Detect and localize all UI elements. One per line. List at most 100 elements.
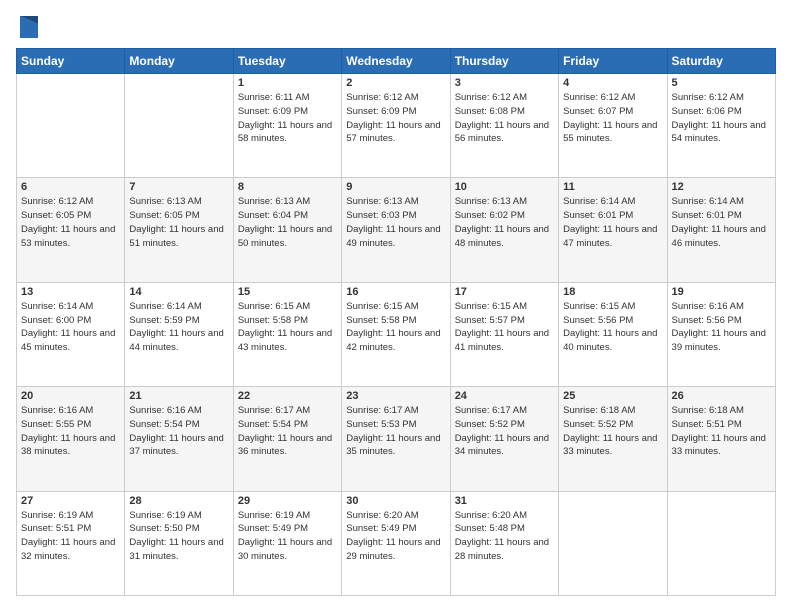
day-detail: Sunrise: 6:19 AMSunset: 5:49 PMDaylight:… [238, 509, 337, 564]
day-number: 13 [21, 286, 120, 298]
calendar-cell: 25Sunrise: 6:18 AMSunset: 5:52 PMDayligh… [559, 387, 667, 491]
calendar-week-row: 27Sunrise: 6:19 AMSunset: 5:51 PMDayligh… [17, 491, 776, 595]
calendar-week-row: 20 Sunrise: 6:16 AMSunset: 5:55 PMDayligh… [17, 387, 776, 491]
day-number: 23 [346, 390, 445, 402]
day-number: 9 [346, 181, 445, 193]
day-number: 25 [563, 390, 662, 402]
calendar-cell: 15 Sunrise: 6:15 AMSunset: 5:58 PMDayligh… [233, 282, 341, 386]
day-number: 10 [455, 181, 554, 193]
calendar-cell: 16 Sunrise: 6:15 AMSunset: 5:58 PMDayligh… [342, 282, 450, 386]
weekday-header-saturday: Saturday [667, 49, 775, 74]
calendar-cell: 10 Sunrise: 6:13 AMSunset: 6:02 PMDayligh… [450, 178, 558, 282]
calendar-cell [125, 74, 233, 178]
day-detail: Sunrise: 6:13 AMSunset: 6:02 PMDaylight:… [455, 195, 554, 250]
day-detail: Sunrise: 6:14 AMSunset: 6:01 PMDaylight:… [563, 195, 662, 250]
day-number: 16 [346, 286, 445, 298]
weekday-header-sunday: Sunday [17, 49, 125, 74]
calendar-cell: 28 Sunrise: 6:19 AMSunset: 5:50 PMDayligh… [125, 491, 233, 595]
day-detail: Sunrise: 6:14 AMSunset: 6:01 PMDaylight:… [672, 195, 771, 250]
calendar-cell: 19 Sunrise: 6:16 AMSunset: 5:56 PMDayligh… [667, 282, 775, 386]
weekday-header-thursday: Thursday [450, 49, 558, 74]
calendar-cell: 22Sunrise: 6:17 AMSunset: 5:54 PMDayligh… [233, 387, 341, 491]
day-number: 7 [129, 181, 228, 193]
day-detail: Sunrise: 6:16 AMSunset: 5:55 PMDaylight:… [21, 404, 120, 459]
day-detail: Sunrise: 6:12 AMSunset: 6:06 PMDaylight:… [672, 91, 771, 146]
logo [16, 16, 40, 38]
calendar-week-row: 13 Sunrise: 6:14 AMSunset: 6:00 PMDayligh… [17, 282, 776, 386]
weekday-header-tuesday: Tuesday [233, 49, 341, 74]
day-number: 6 [21, 181, 120, 193]
day-detail: Sunrise: 6:19 AMSunset: 5:50 PMDaylight:… [129, 509, 228, 564]
weekday-header-monday: Monday [125, 49, 233, 74]
calendar-table: SundayMondayTuesdayWednesdayThursdayFrid… [16, 48, 776, 596]
calendar-cell: 4 Sunrise: 6:12 AMSunset: 6:07 PMDaylight… [559, 74, 667, 178]
day-detail: Sunrise: 6:14 AMSunset: 6:00 PMDaylight:… [21, 300, 120, 355]
calendar-cell: 18Sunrise: 6:15 AMSunset: 5:56 PMDayligh… [559, 282, 667, 386]
day-number: 28 [129, 495, 228, 507]
day-number: 4 [563, 77, 662, 89]
logo-icon [20, 16, 38, 38]
calendar-cell [17, 74, 125, 178]
calendar-cell: 5 Sunrise: 6:12 AMSunset: 6:06 PMDaylight… [667, 74, 775, 178]
calendar-cell: 12Sunrise: 6:14 AMSunset: 6:01 PMDayligh… [667, 178, 775, 282]
day-number: 30 [346, 495, 445, 507]
weekday-header-row: SundayMondayTuesdayWednesdayThursdayFrid… [17, 49, 776, 74]
calendar-cell: 24Sunrise: 6:17 AMSunset: 5:52 PMDayligh… [450, 387, 558, 491]
header [16, 16, 776, 38]
day-detail: Sunrise: 6:15 AMSunset: 5:58 PMDaylight:… [238, 300, 337, 355]
calendar-cell: 3 Sunrise: 6:12 AMSunset: 6:08 PMDaylight… [450, 74, 558, 178]
day-number: 31 [455, 495, 554, 507]
page: SundayMondayTuesdayWednesdayThursdayFrid… [0, 0, 792, 612]
calendar-cell: 29Sunrise: 6:19 AMSunset: 5:49 PMDayligh… [233, 491, 341, 595]
day-detail: Sunrise: 6:19 AMSunset: 5:51 PMDaylight:… [21, 509, 120, 564]
day-number: 24 [455, 390, 554, 402]
calendar-cell: 11 Sunrise: 6:14 AMSunset: 6:01 PMDayligh… [559, 178, 667, 282]
day-detail: Sunrise: 6:13 AMSunset: 6:04 PMDaylight:… [238, 195, 337, 250]
day-detail: Sunrise: 6:18 AMSunset: 5:51 PMDaylight:… [672, 404, 771, 459]
day-detail: Sunrise: 6:12 AMSunset: 6:09 PMDaylight:… [346, 91, 445, 146]
calendar-cell: 20 Sunrise: 6:16 AMSunset: 5:55 PMDayligh… [17, 387, 125, 491]
day-detail: Sunrise: 6:13 AMSunset: 6:03 PMDaylight:… [346, 195, 445, 250]
day-number: 5 [672, 77, 771, 89]
day-detail: Sunrise: 6:13 AMSunset: 6:05 PMDaylight:… [129, 195, 228, 250]
day-detail: Sunrise: 6:20 AMSunset: 5:49 PMDaylight:… [346, 509, 445, 564]
day-number: 1 [238, 77, 337, 89]
calendar-cell: 30 Sunrise: 6:20 AMSunset: 5:49 PMDayligh… [342, 491, 450, 595]
calendar-cell: 23 Sunrise: 6:17 AMSunset: 5:53 PMDayligh… [342, 387, 450, 491]
day-number: 26 [672, 390, 771, 402]
day-detail: Sunrise: 6:11 AMSunset: 6:09 PMDaylight:… [238, 91, 337, 146]
day-detail: Sunrise: 6:20 AMSunset: 5:48 PMDaylight:… [455, 509, 554, 564]
calendar-cell [559, 491, 667, 595]
day-detail: Sunrise: 6:12 AMSunset: 6:08 PMDaylight:… [455, 91, 554, 146]
day-number: 8 [238, 181, 337, 193]
day-detail: Sunrise: 6:15 AMSunset: 5:58 PMDaylight:… [346, 300, 445, 355]
day-number: 21 [129, 390, 228, 402]
calendar-cell [667, 491, 775, 595]
day-number: 20 [21, 390, 120, 402]
calendar-cell: 9 Sunrise: 6:13 AMSunset: 6:03 PMDaylight… [342, 178, 450, 282]
day-detail: Sunrise: 6:16 AMSunset: 5:56 PMDaylight:… [672, 300, 771, 355]
day-number: 22 [238, 390, 337, 402]
calendar-cell: 6 Sunrise: 6:12 AMSunset: 6:05 PMDaylight… [17, 178, 125, 282]
day-detail: Sunrise: 6:12 AMSunset: 6:05 PMDaylight:… [21, 195, 120, 250]
day-number: 19 [672, 286, 771, 298]
day-number: 15 [238, 286, 337, 298]
calendar-cell: 27Sunrise: 6:19 AMSunset: 5:51 PMDayligh… [17, 491, 125, 595]
weekday-header-friday: Friday [559, 49, 667, 74]
calendar-cell: 1 Sunrise: 6:11 AMSunset: 6:09 PMDaylight… [233, 74, 341, 178]
day-detail: Sunrise: 6:17 AMSunset: 5:53 PMDaylight:… [346, 404, 445, 459]
day-number: 2 [346, 77, 445, 89]
day-number: 18 [563, 286, 662, 298]
day-number: 11 [563, 181, 662, 193]
calendar-cell: 7 Sunrise: 6:13 AMSunset: 6:05 PMDaylight… [125, 178, 233, 282]
calendar-cell: 26 Sunrise: 6:18 AMSunset: 5:51 PMDayligh… [667, 387, 775, 491]
calendar-cell: 8 Sunrise: 6:13 AMSunset: 6:04 PMDaylight… [233, 178, 341, 282]
calendar-cell: 17Sunrise: 6:15 AMSunset: 5:57 PMDayligh… [450, 282, 558, 386]
day-detail: Sunrise: 6:15 AMSunset: 5:57 PMDaylight:… [455, 300, 554, 355]
calendar-cell: 21 Sunrise: 6:16 AMSunset: 5:54 PMDayligh… [125, 387, 233, 491]
day-detail: Sunrise: 6:16 AMSunset: 5:54 PMDaylight:… [129, 404, 228, 459]
day-number: 3 [455, 77, 554, 89]
day-detail: Sunrise: 6:12 AMSunset: 6:07 PMDaylight:… [563, 91, 662, 146]
day-detail: Sunrise: 6:14 AMSunset: 5:59 PMDaylight:… [129, 300, 228, 355]
calendar-cell: 13 Sunrise: 6:14 AMSunset: 6:00 PMDayligh… [17, 282, 125, 386]
